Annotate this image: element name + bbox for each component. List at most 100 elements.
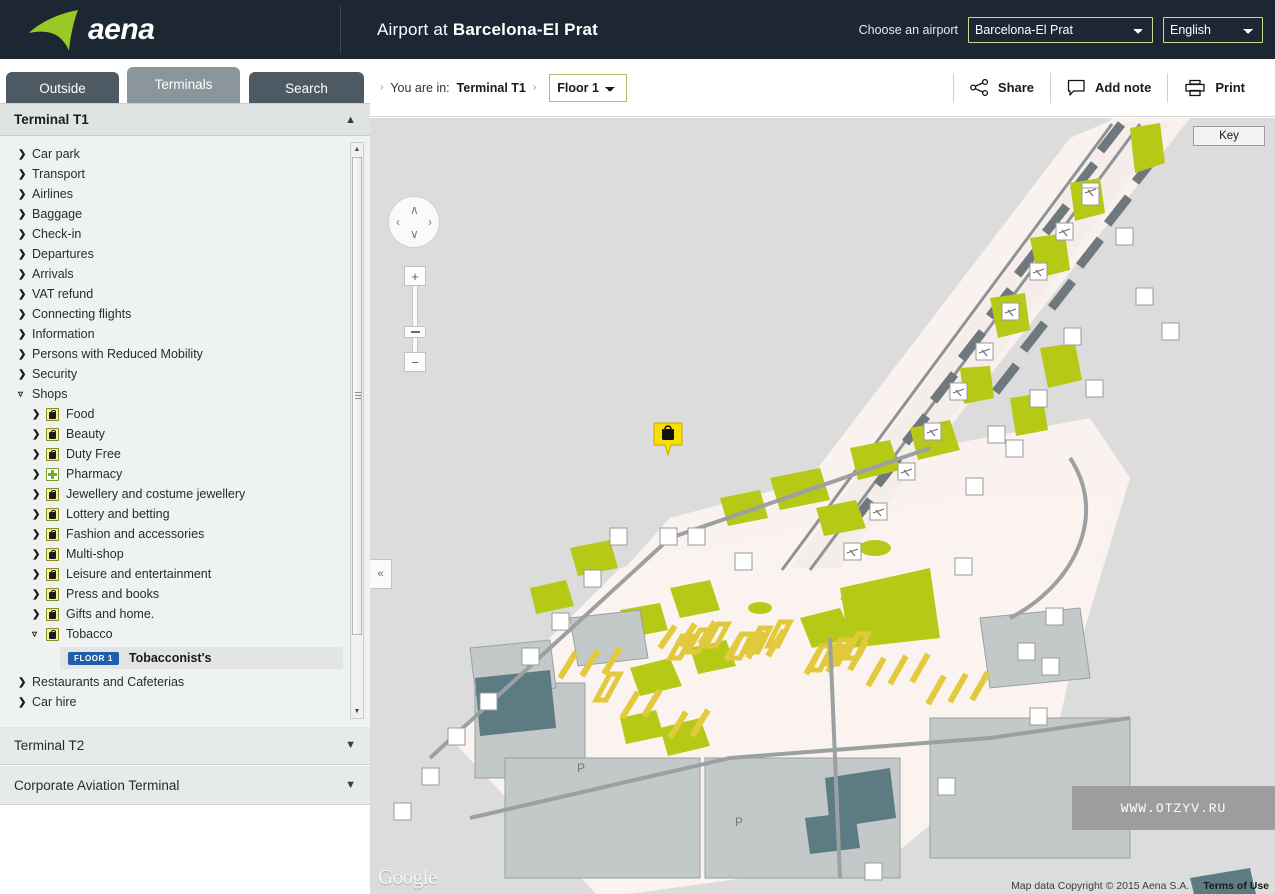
sidebar-item-information[interactable]: ❯ Information: [0, 324, 370, 344]
tab-outside[interactable]: Outside: [6, 72, 119, 103]
sidebar-item-airlines[interactable]: ❯ Airlines: [0, 184, 370, 204]
map-actions: Share Add note Print: [952, 72, 1275, 103]
add-note-button[interactable]: Add note: [1050, 72, 1167, 103]
chevron-right-icon: ❯: [32, 468, 41, 480]
sidebar-item-label: Departures: [32, 247, 94, 261]
zoom-slider-rail[interactable]: [412, 286, 418, 326]
map-canvas[interactable]: P P ∧ ∨ ‹ › + − « Key Google WWW.OTZYV.R…: [370, 118, 1275, 894]
chevron-right-icon: ❯: [32, 408, 41, 420]
sidebar-item-label: Pharmacy: [66, 467, 123, 481]
chevron-right-icon: ❯: [18, 168, 27, 180]
watermark: WWW.OTZYV.RU: [1072, 786, 1275, 830]
chevron-right-icon: ❯: [18, 248, 27, 260]
share-button[interactable]: Share: [954, 73, 1050, 103]
shopping-bag-icon: [46, 587, 59, 601]
sidebar-item-fashion-accessories[interactable]: ❯ Fashion and accessories: [0, 524, 370, 544]
sidebar-item-gifts-home[interactable]: ❯ Gifts and home.: [0, 604, 370, 624]
sidebar-item-jewellery[interactable]: ❯ Jewellery and costume jewellery: [0, 484, 370, 504]
tab-terminals[interactable]: Terminals: [127, 67, 240, 103]
sidebar-item-label: Leisure and entertainment: [66, 567, 212, 581]
accordion-corporate-aviation-terminal[interactable]: Corporate Aviation Terminal ▼: [0, 765, 370, 805]
chevron-right-icon: ❯: [32, 588, 41, 600]
aena-swoosh-logo: [29, 9, 78, 51]
sidebar-scrollbar[interactable]: ▲ ▼: [350, 142, 364, 719]
scroll-down-icon[interactable]: ▼: [351, 705, 363, 718]
sidebar-item-vat-refund[interactable]: ❯ VAT refund: [0, 284, 370, 304]
speech-bubble-icon: [1067, 79, 1085, 96]
sidebar-item-label: Security: [32, 367, 78, 381]
sidebar-item-tobacco[interactable]: ▿ Tobacco: [0, 624, 370, 644]
sidebar-item-beauty[interactable]: ❯ Beauty: [0, 424, 370, 444]
sidebar-item-security[interactable]: ❯ Security: [0, 364, 370, 384]
chevron-right-icon: ❯: [18, 208, 27, 220]
shopping-bag-icon: [46, 607, 59, 621]
sidebar-item-transport[interactable]: ❯ Transport: [0, 164, 370, 184]
zoom-in-button[interactable]: +: [404, 266, 426, 286]
sidebar-item-label: Beauty: [66, 427, 105, 441]
key-button[interactable]: Key: [1193, 126, 1265, 146]
header-controls: Choose an airport Barcelona-El Prat Engl…: [859, 16, 1275, 43]
shopping-bag-icon: [46, 487, 59, 501]
brand-logo[interactable]: aena: [0, 8, 340, 52]
terminal-t1-panel-header[interactable]: Terminal T1 ▲: [0, 103, 370, 136]
sidebar-item-multi-shop[interactable]: ❯ Multi-shop: [0, 544, 370, 564]
pan-control[interactable]: ∧ ∨ ‹ ›: [388, 196, 440, 248]
sidebar-item-shops[interactable]: ▿ Shops: [0, 384, 370, 404]
list-item-tobacconists[interactable]: FLOOR 1 Tobacconist's: [60, 647, 343, 669]
airport-select[interactable]: Barcelona-El Prat: [968, 16, 1153, 43]
tab-search[interactable]: Search: [249, 72, 364, 103]
pan-right-icon[interactable]: ›: [428, 216, 432, 228]
sidebar-item-departures[interactable]: ❯ Departures: [0, 244, 370, 264]
add-note-label: Add note: [1095, 80, 1152, 95]
pan-up-icon[interactable]: ∧: [410, 204, 419, 216]
zoom-control[interactable]: + −: [404, 266, 426, 372]
sidebar-item-pharmacy[interactable]: ❯ Pharmacy: [0, 464, 370, 484]
zoom-slider-handle[interactable]: [404, 326, 426, 338]
print-button[interactable]: Print: [1167, 72, 1261, 103]
chevron-right-icon: ❯: [32, 568, 41, 580]
sidebar-item-label: Food: [66, 407, 95, 421]
sidebar-item-car-hire[interactable]: ❯ Car hire: [0, 692, 370, 712]
chevron-down-icon: ▼: [345, 739, 356, 751]
sidebar-item-label: Persons with Reduced Mobility: [32, 347, 203, 361]
scrollbar-thumb[interactable]: [352, 157, 362, 635]
header-divider: [340, 5, 341, 54]
chevron-down-icon: ▼: [345, 779, 356, 791]
floor-select[interactable]: Floor 1: [549, 73, 628, 102]
pan-left-icon[interactable]: ‹: [396, 216, 400, 228]
google-logo: Google: [378, 865, 437, 889]
sidebar-item-label: Information: [32, 327, 95, 341]
pan-down-icon[interactable]: ∨: [410, 228, 419, 240]
brand-name: aena: [88, 12, 155, 46]
sidebar-item-check-in[interactable]: ❯ Check-in: [0, 224, 370, 244]
sidebar-item-arrivals[interactable]: ❯ Arrivals: [0, 264, 370, 284]
sidebar-item-baggage[interactable]: ❯ Baggage: [0, 204, 370, 224]
category-tree-container: ❯ Car park ❯ Transport ❯ Airlines ❯ Bagg…: [0, 136, 370, 725]
sidebar-item-leisure-entertainment[interactable]: ❯ Leisure and entertainment: [0, 564, 370, 584]
airport-terminal-map[interactable]: P P: [370, 118, 1275, 894]
sidebar-item-car-park[interactable]: ❯ Car park: [0, 144, 370, 164]
sidebar-item-persons-reduced-mobility[interactable]: ❯ Persons with Reduced Mobility: [0, 344, 370, 364]
page-title-airport: Barcelona-El Prat: [452, 19, 599, 39]
share-nodes-icon: [970, 79, 988, 96]
language-select[interactable]: English: [1163, 16, 1263, 43]
breadcrumb: › You are in: Terminal T1 › Floor 1: [380, 73, 628, 102]
breadcrumb-terminal[interactable]: Terminal T1: [457, 81, 526, 95]
sidebar-item-food[interactable]: ❯ Food: [0, 404, 370, 424]
sidebar-item-connecting-flights[interactable]: ❯ Connecting flights: [0, 304, 370, 324]
green-cross-icon: [46, 467, 59, 481]
zoom-slider-rail-lower[interactable]: [412, 338, 418, 352]
sidebar-item-duty-free[interactable]: ❯ Duty Free: [0, 444, 370, 464]
sidebar-item-label: Airlines: [32, 187, 73, 201]
sidebar-item-press-books[interactable]: ❯ Press and books: [0, 584, 370, 604]
zoom-out-button[interactable]: −: [404, 352, 426, 372]
shopping-bag-icon: [46, 547, 59, 561]
status-badge: FLOOR 1: [68, 651, 119, 665]
sidebar-item-restaurants-cafeterias[interactable]: ❯ Restaurants and Cafeterias: [0, 672, 370, 692]
collapse-sidebar-handle[interactable]: «: [370, 559, 392, 589]
accordion-terminal-t2[interactable]: Terminal T2 ▼: [0, 725, 370, 765]
page-title: Airport at Barcelona-El Prat: [377, 20, 598, 40]
terms-of-use-link[interactable]: Terms of Use: [1203, 880, 1269, 892]
sidebar-item-lottery-betting[interactable]: ❯ Lottery and betting: [0, 504, 370, 524]
scroll-up-icon[interactable]: ▲: [351, 143, 363, 156]
